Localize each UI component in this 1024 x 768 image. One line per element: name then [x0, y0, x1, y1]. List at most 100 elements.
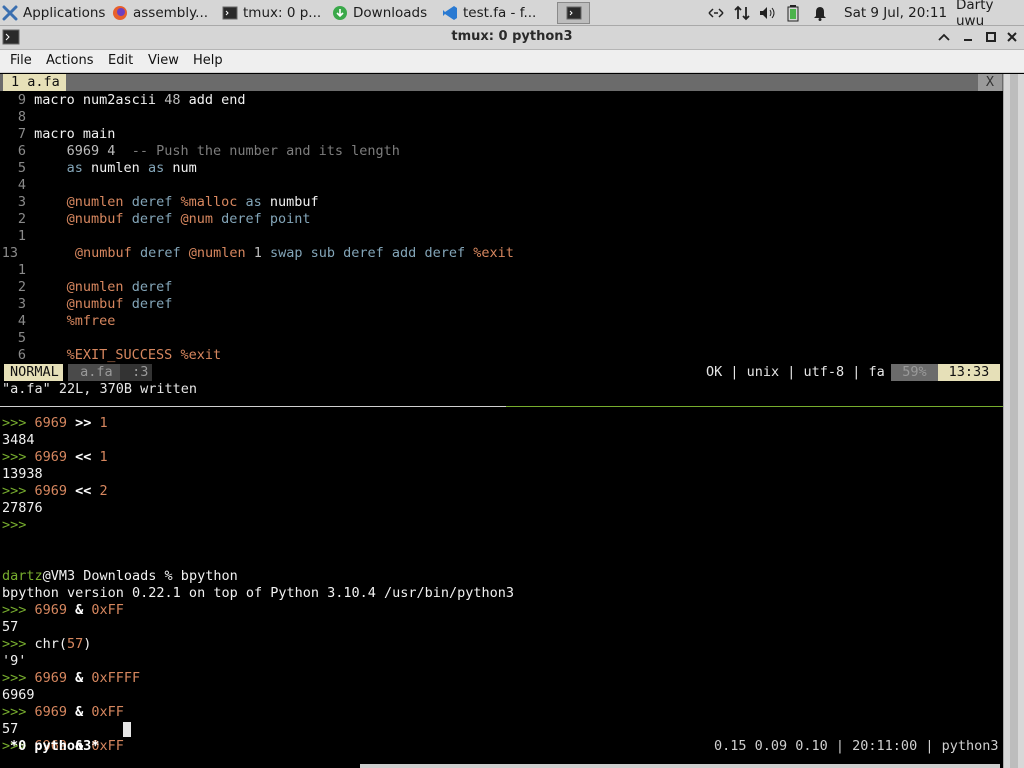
pane-divider-left [0, 406, 506, 407]
line-number: 6 [17, 143, 26, 159]
applications-label: Applications [23, 5, 106, 21]
line-number: 3 [17, 296, 26, 312]
battery-icon[interactable] [786, 0, 800, 26]
terminal-token: << [75, 449, 100, 465]
tmux-window-label[interactable]: *0 python3* [10, 738, 99, 755]
terminal-line: 13938 [2, 466, 43, 483]
line-number: 4 [17, 313, 26, 329]
terminal-line: >>> 6969 << 1 [2, 449, 108, 466]
task-label: tmux: 0 p... [243, 5, 322, 21]
terminal-token: chr( [34, 636, 68, 652]
vim-line[interactable]: 5 [0, 330, 34, 347]
code-token: @numlen [34, 194, 132, 210]
task-tmux[interactable]: tmux: 0 p... [222, 2, 328, 24]
terminal-token: >> [75, 415, 100, 431]
terminal-token: & [75, 602, 92, 618]
terminal-token: dartz [2, 568, 43, 584]
terminal-token: >>> [2, 483, 35, 499]
vim-line[interactable]: 3 @numlen deref %malloc as numbuf [0, 194, 319, 211]
code-token: as [245, 194, 270, 210]
code-token: as [34, 160, 92, 176]
terminal-token: >>> [2, 517, 27, 533]
line-number: 1 [17, 228, 26, 244]
maximize-button[interactable] [983, 29, 999, 45]
user-menu[interactable]: Darty uwu [956, 0, 1024, 29]
code-token: as [147, 160, 173, 176]
shade-button[interactable] [936, 29, 952, 45]
code-token: deref [131, 194, 181, 210]
vim-line[interactable]: 13 @numbuf deref @numlen 1 swap sub dere… [0, 245, 514, 262]
terminal-token: 57 [67, 636, 84, 652]
vim-line[interactable]: 1 [0, 262, 34, 279]
volume-icon[interactable] [758, 0, 778, 26]
vim-tab-close[interactable]: X [978, 74, 1002, 91]
vim-percent: 59% [891, 364, 938, 381]
line-number: 5 [17, 330, 26, 346]
menu-help[interactable]: Help [193, 53, 223, 68]
line-number: 7 [17, 126, 26, 142]
terminal-line: >>> 6969 << 2 [2, 483, 108, 500]
task-vscode[interactable]: test.fa - f... [442, 2, 550, 24]
task-firefox[interactable]: assembly... [112, 2, 218, 24]
terminal-token: 6969 [2, 687, 35, 703]
terminal-token: 6969 [34, 415, 76, 431]
vim-line[interactable]: 7 macro main [0, 126, 116, 143]
terminal-line: '9' [2, 653, 26, 670]
terminal-token: 57 [2, 619, 19, 635]
terminal-line: >>> 6969 >> 1 [2, 415, 108, 432]
vim-statusline: NORMAL a.fa :3 OK | unix | utf-8 | fa 59… [0, 364, 1003, 381]
menu-actions[interactable]: Actions [46, 53, 94, 68]
minimize-button[interactable] [960, 29, 976, 45]
network-icon[interactable] [706, 0, 726, 26]
terminal-cursor [123, 722, 131, 737]
terminal-line: 27876 [2, 500, 43, 517]
line-number: 8 [17, 109, 26, 125]
vim-line[interactable]: 9 macro num2ascii 48 add end [0, 92, 246, 109]
horizontal-scrollbar[interactable] [360, 764, 1000, 768]
terminal-icon [222, 5, 238, 21]
code-token: @numbuf [34, 296, 132, 312]
scrollbar[interactable] [1003, 74, 1024, 768]
vim-line[interactable]: 5 as numlen as num [0, 160, 197, 177]
code-token: deref [131, 211, 181, 227]
terminal-line: >>> [2, 517, 26, 534]
window-titlebar[interactable]: tmux: 0 python3 [0, 26, 1024, 50]
applications-menu[interactable]: Applications ☰ [2, 2, 110, 24]
terminal-line: dartz@VM3 Downloads % bpython [2, 568, 238, 585]
menu-edit[interactable]: Edit [108, 53, 133, 68]
vim-line[interactable]: 4 [0, 177, 34, 194]
close-button[interactable] [1004, 29, 1020, 45]
code-token: macro main [34, 126, 116, 142]
vim-tab[interactable]: 1 a.fa [3, 74, 66, 91]
vim-message: "a.fa" 22L, 370B written [2, 381, 198, 397]
terminal-token: 13938 [2, 466, 43, 482]
vim-line[interactable]: 1 [0, 228, 34, 245]
menu-file[interactable]: File [10, 53, 32, 68]
vim-line[interactable]: 4 %mfree [0, 313, 116, 330]
code-token: %mfree [34, 313, 116, 329]
line-number: 5 [17, 160, 26, 176]
firefox-icon [112, 5, 128, 21]
vim-line[interactable]: 3 @numbuf deref [0, 296, 172, 313]
task-downloads[interactable]: Downloads [332, 2, 438, 24]
code-token: add end [188, 92, 246, 108]
xfce-icon [2, 5, 18, 21]
vim-position: :3 [120, 364, 153, 381]
vim-line[interactable]: 2 @numbuf deref @num deref point [0, 211, 311, 228]
notification-bell-icon[interactable] [812, 0, 828, 26]
clock[interactable]: Sat 9 Jul, 20:11 [844, 0, 947, 26]
scrollbar-thumb[interactable] [1010, 74, 1018, 768]
terminal[interactable]: 1 a.fa X 9 macro num2ascii 48 add end 8 7… [0, 74, 1003, 768]
line-number: 1 [17, 262, 26, 278]
vim-line[interactable]: 8 [0, 109, 34, 126]
menu-view[interactable]: View [148, 53, 179, 68]
terminal-token: 57 [2, 721, 19, 737]
vim-line[interactable]: 6 6969 4 -- Push the number and its leng… [0, 143, 400, 160]
line-number: 6 [17, 347, 26, 363]
vim-line[interactable]: 6 %EXIT_SUCCESS %exit [0, 347, 221, 364]
code-token: -- Push the number and its length [131, 143, 400, 159]
task-active-terminal[interactable] [557, 2, 590, 24]
vim-line[interactable]: 2 @numlen deref [0, 279, 172, 296]
code-token: num [172, 160, 197, 176]
transfer-icon[interactable] [733, 0, 751, 26]
